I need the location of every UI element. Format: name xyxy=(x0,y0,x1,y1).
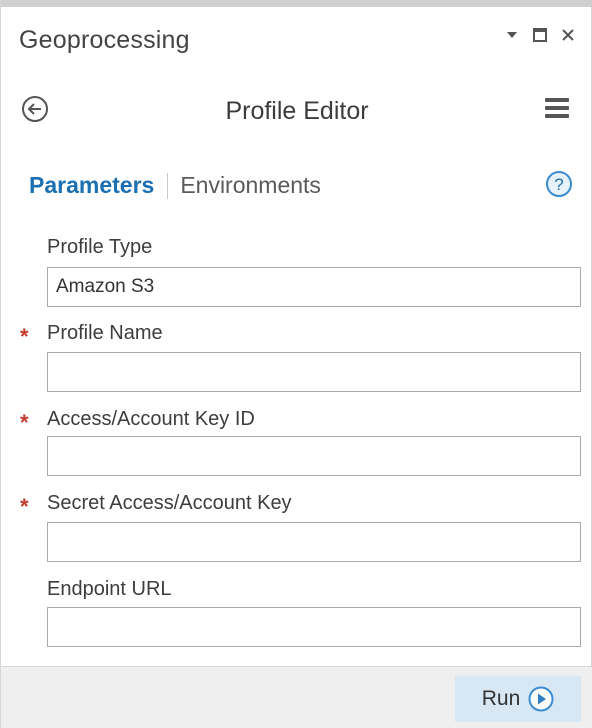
run-button[interactable]: Run xyxy=(455,676,581,722)
pane-top-border xyxy=(1,0,592,7)
param-label-secret-access-key: Secret Access/Account Key xyxy=(47,492,292,514)
param-label-profile-name: Profile Name xyxy=(47,322,163,344)
tab-environments[interactable]: Environments xyxy=(180,172,321,199)
secret-access-key-field[interactable] xyxy=(47,522,581,562)
hamburger-menu-icon xyxy=(545,98,569,102)
tab-separator xyxy=(167,172,169,199)
help-button[interactable]: ? xyxy=(545,170,573,198)
close-icon xyxy=(562,29,574,41)
endpoint-url-field[interactable] xyxy=(47,607,581,647)
maximize-icon xyxy=(533,28,547,42)
param-label-endpoint-url: Endpoint URL xyxy=(47,578,172,600)
pane-options-dropdown[interactable] xyxy=(503,26,521,44)
caret-down-icon xyxy=(507,32,517,38)
close-button[interactable] xyxy=(559,26,577,44)
tool-title: Profile Editor xyxy=(225,97,369,125)
param-label-access-key-id: Access/Account Key ID xyxy=(47,408,255,430)
hamburger-line xyxy=(545,114,569,118)
maximize-button[interactable] xyxy=(531,26,549,44)
run-button-label: Run xyxy=(481,687,521,710)
required-marker: * xyxy=(20,410,29,435)
hamburger-line xyxy=(545,106,569,110)
profile-name-field[interactable] xyxy=(47,352,581,392)
tab-parameters[interactable]: Parameters xyxy=(29,172,154,199)
svg-text:?: ? xyxy=(554,175,563,194)
window-controls xyxy=(503,26,577,44)
access-key-id-field[interactable] xyxy=(47,436,581,476)
geoprocessing-pane: Geoprocessing Profile Editor Parameters … xyxy=(0,0,592,728)
pane-title: Geoprocessing xyxy=(19,26,190,54)
required-marker: * xyxy=(20,324,29,349)
tool-tabs: Parameters Environments xyxy=(29,172,321,199)
profile-type-field[interactable] xyxy=(47,267,581,307)
required-marker: * xyxy=(20,494,29,519)
tool-menu-button[interactable] xyxy=(545,98,569,120)
play-icon xyxy=(528,686,554,712)
param-label-profile-type: Profile Type xyxy=(47,236,153,258)
help-icon: ? xyxy=(546,171,572,197)
